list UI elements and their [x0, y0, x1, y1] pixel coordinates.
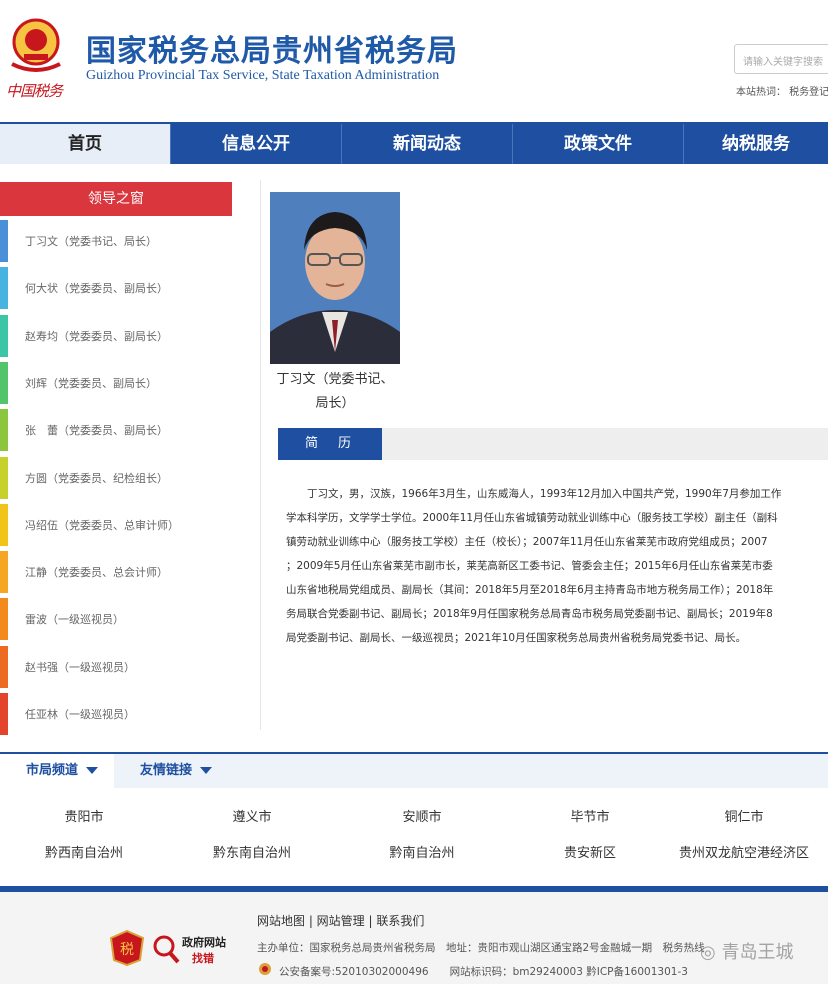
city-link[interactable]: 铜仁市 [660, 806, 828, 825]
tab-label: 友情链接 [140, 763, 193, 778]
tax-badge-icon[interactable]: 税 [110, 930, 144, 966]
bio-line: 镇劳动就业训练中心（服务技工学校）主任（校长）；2007年11月任山东省莱芜市政… [286, 536, 768, 548]
leader-color-bar [0, 456, 8, 499]
divider [260, 180, 261, 730]
leader-color-bar [0, 409, 8, 452]
sidebar-leader-item[interactable]: 刘辉（党委委员、副局长） [0, 361, 232, 404]
wechat-icon: ◎ [700, 942, 716, 963]
caret-down-icon [200, 767, 213, 774]
sidebar-leader-item[interactable]: 何大状（党委委员、副局长） [0, 267, 232, 310]
brand-mark: 中国税务 [6, 82, 63, 100]
sidebar-leader-item[interactable]: 赵书强（一级巡视员） [0, 645, 232, 688]
leader-color-bar [0, 314, 8, 357]
police-badge-icon [259, 963, 271, 975]
city-link[interactable]: 遵义市 [168, 806, 336, 825]
caption-line-1: 丁习文（党委书记、 [276, 372, 394, 387]
nav-item-info[interactable]: 信息公开 [170, 124, 341, 164]
leader-color-bar [0, 598, 8, 641]
badge-text: 政府网站 [182, 936, 226, 949]
magnifier-icon [153, 935, 180, 964]
footer-links[interactable]: 网站地图 | 网站管理 | 联系我们 [257, 912, 424, 929]
bio-line: 山东省地税局党组成员、副局长（其间：2018年5月至2018年6月主持青岛市地方… [286, 584, 774, 596]
biography: 丁习文，男，汉族，1966年3月生，山东威海人，1993年12月加入中国共产党，… [286, 482, 828, 650]
leader-label: 江静（党委委员、总会计师） [25, 566, 168, 580]
photo-caption: 丁习文（党委书记、 局长） [270, 368, 400, 416]
sidebar-leader-item[interactable]: 任亚林（一级巡视员） [0, 693, 232, 735]
gov-site-badge[interactable]: 政府网站 找错 [152, 932, 236, 966]
leader-label: 张 蕾（党委委员、副局长） [25, 424, 168, 438]
leader-color-bar [0, 645, 8, 688]
city-link[interactable]: 毕节市 [506, 806, 674, 825]
bio-line: 务局联合党委副书记、副局长；2018年9月任国家税务总局青岛市税务局党委副书记、… [286, 608, 773, 620]
leader-label: 方圆（党委委员、纪检组长） [25, 471, 168, 485]
bio-line: ；2009年5月任山东省莱芜市副市长，莱芜高新区工委书记、管委会主任；2015年… [286, 560, 773, 572]
sidebar-heading: 领导之窗 [0, 182, 232, 216]
site-title[interactable]: 国家税务总局贵州省税务局 [86, 26, 458, 70]
leader-label: 赵书强（一级巡视员） [25, 660, 135, 674]
resume-tab[interactable]: 简历 [278, 428, 382, 460]
city-link[interactable]: 贵安新区 [506, 842, 674, 861]
leader-sidebar: 领导之窗 丁习文（党委书记、局长） 何大状（党委委员、副局长） 赵寿均（党委委员、副… [0, 164, 260, 744]
city-link[interactable]: 贵阳市 [0, 806, 168, 825]
leader-color-bar [0, 551, 8, 594]
sidebar-leader-item[interactable]: 江静（党委委员、总会计师） [0, 551, 232, 594]
tab-label: 市局频道 [26, 763, 79, 778]
hot-words[interactable]: 本站热词： 税务登记 [736, 83, 828, 98]
nav-item-service[interactable]: 纳税服务 [683, 124, 828, 164]
sidebar-leader-item[interactable]: 方圆（党委委员、纪检组长） [0, 456, 232, 499]
leader-label: 何大状（党委委员、副局长） [25, 282, 168, 296]
tax-emblem-icon [11, 18, 61, 72]
nav-item-home[interactable]: 首页 [0, 124, 170, 164]
tab-city-channels[interactable]: 市局频道 [0, 754, 114, 788]
site-header: 中国税务 国家税务总局贵州省税务局 Guizhou Provincial Tax… [0, 0, 828, 122]
channels-bar: 市局频道 友情链接 [0, 752, 828, 788]
tab-friend-links[interactable]: 友情链接 [140, 754, 260, 788]
caret-down-icon [86, 767, 99, 774]
search-input[interactable]: 请输入关键字搜索 [734, 44, 828, 74]
city-link[interactable]: 黔东南自治州 [168, 842, 336, 861]
portrait-image [270, 192, 400, 364]
leader-color-bar [0, 220, 8, 262]
sidebar-leader-item[interactable]: 丁习文（党委书记、局长） [0, 220, 232, 262]
badge-letter: 税 [120, 942, 134, 958]
leader-label: 冯绍伍（党委委员、总审计师） [25, 518, 179, 532]
city-link[interactable]: 黔西南自治州 [0, 842, 168, 861]
bio-line: 学本科学历，文学学士学位。2000年11月任山东省城镇劳动就业训练中心（服务技工… [286, 512, 778, 524]
leader-color-bar [0, 693, 8, 735]
caption-line-2: 局长） [315, 396, 355, 411]
leader-label: 丁习文（党委书记、局长） [25, 235, 157, 248]
sidebar-leader-item[interactable]: 雷波（一级巡视员） [0, 598, 232, 641]
footer-sponsor: 主办单位：国家税务总局贵州省税务局 地址：贵阳市观山湖区通宝路2号金融城一期 税… [257, 942, 705, 954]
main-nav: 首页 信息公开 新闻动态 政策文件 纳税服务 [0, 122, 828, 164]
watermark-text: 青岛王城 [721, 942, 794, 963]
city-link[interactable]: 贵州双龙航空港经济区 [660, 842, 828, 861]
sidebar-leader-item[interactable]: 冯绍伍（党委委员、总审计师） [0, 503, 232, 546]
leader-label: 赵寿均（党委委员、副局长） [25, 329, 168, 343]
city-link[interactable]: 安顺市 [338, 806, 506, 825]
nav-item-news[interactable]: 新闻动态 [341, 124, 512, 164]
leader-label: 雷波（一级巡视员） [25, 613, 124, 627]
bio-line: 丁习文，男，汉族，1966年3月生，山东威海人，1993年12月加入中国共产党，… [286, 488, 782, 500]
leader-label: 任亚林（一级巡视员） [25, 708, 135, 721]
site-subtitle: Guizhou Provincial Tax Service, State Ta… [86, 68, 440, 83]
leader-photo [270, 192, 400, 364]
nav-item-policy[interactable]: 政策文件 [512, 124, 683, 164]
leader-color-bar [0, 267, 8, 310]
leader-color-bar [0, 361, 8, 404]
badge-subtext: 找错 [192, 952, 214, 965]
leader-color-bar [0, 503, 8, 546]
footer-record: 公安备案号:52010302000496 网站标识码：bm29240003 黔I… [279, 966, 688, 978]
sidebar-leader-item[interactable]: 赵寿均（党委委员、副局长） [0, 314, 232, 357]
sidebar-leader-item[interactable]: 张 蕾（党委委员、副局长） [0, 409, 232, 452]
watermark: ◎ 青岛王城 [700, 938, 793, 964]
city-link[interactable]: 黔南自治州 [338, 842, 506, 861]
leader-label: 刘辉（党委委员、副局长） [25, 376, 157, 390]
bio-line: 局党委副书记、副局长、一级巡视员；2021年10月任国家税务总局贵州省税务局党委… [286, 632, 747, 644]
